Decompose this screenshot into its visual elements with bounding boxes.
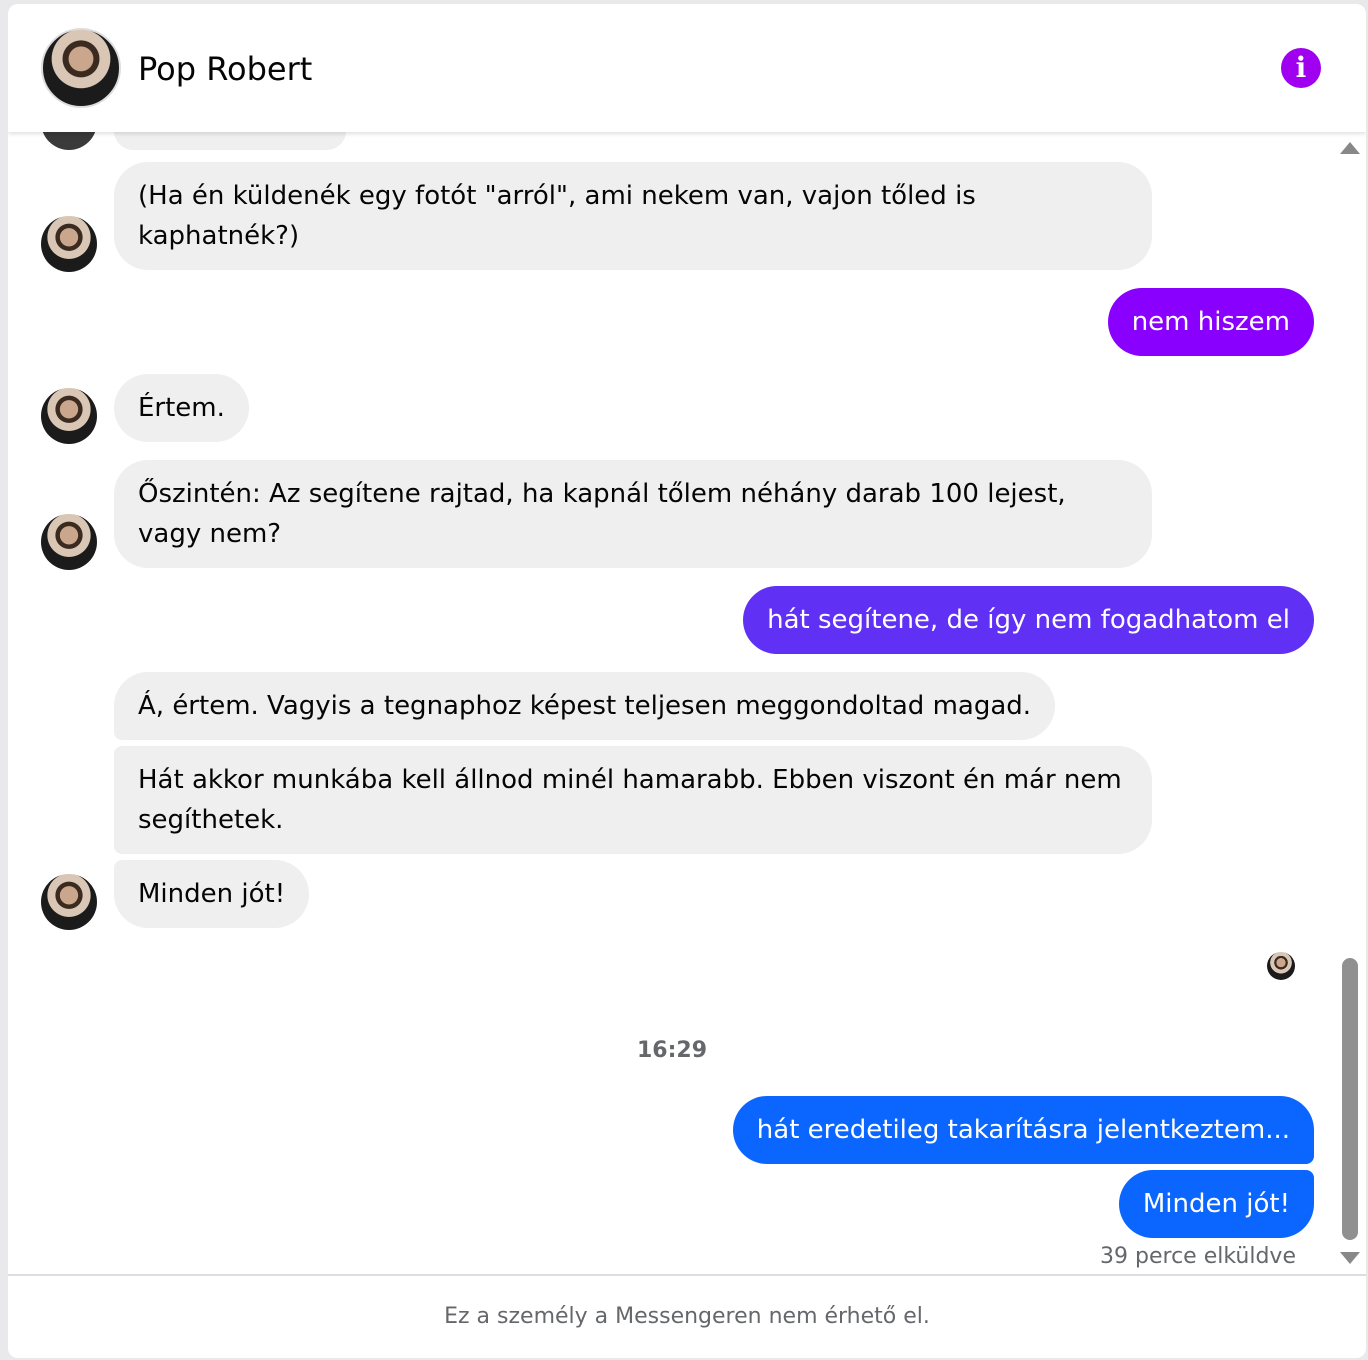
- contact-avatar-small: [41, 388, 97, 444]
- contact-avatar-small: [41, 216, 97, 272]
- message-incoming[interactable]: Á, értem. Vagyis a tegnaphoz képest telj…: [114, 672, 1056, 740]
- contact-avatar-small: [41, 514, 97, 570]
- message-incoming[interactable]: Értem.: [114, 374, 249, 442]
- message-list: (Ha én küldenék egy fotót "arról", ami n…: [8, 132, 1366, 1274]
- chat-window: Pop Robert i (Ha én küldenék egy fotót "…: [8, 4, 1366, 1358]
- message-incoming[interactable]: Minden jót!: [114, 860, 310, 928]
- contact-avatar-small: [41, 874, 97, 930]
- contact-avatar-partial: [41, 132, 97, 150]
- contact-avatar[interactable]: [41, 28, 121, 108]
- message-incoming[interactable]: (Ha én küldenék egy fotót "arról", ami n…: [114, 162, 1152, 270]
- message-bubble-partial: [114, 132, 346, 150]
- message-outgoing[interactable]: nem hiszem: [1107, 288, 1314, 356]
- seen-indicator-avatar: [1267, 952, 1295, 980]
- message-incoming[interactable]: Őszintén: Az segítene rajtad, ha kapnál …: [114, 460, 1152, 568]
- message-outgoing[interactable]: Minden jót!: [1118, 1170, 1314, 1238]
- message-incoming[interactable]: Hát akkor munkába kell állnod minél hama…: [114, 746, 1152, 854]
- contact-name[interactable]: Pop Robert: [138, 50, 312, 88]
- message-timestamp: 16:29: [636, 1038, 708, 1063]
- scrollbar-thumb[interactable]: [1342, 958, 1358, 1240]
- scroll-down-arrow-icon[interactable]: [1340, 1252, 1360, 1264]
- chat-footer: Ez a személy a Messengeren nem érhető el…: [8, 1274, 1366, 1358]
- chat-header: Pop Robert i: [8, 4, 1366, 132]
- unavailable-notice: Ez a személy a Messengeren nem érhető el…: [444, 1304, 930, 1329]
- message-outgoing[interactable]: hát segítene, de így nem fogadhatom el: [743, 586, 1314, 654]
- scroll-up-arrow-icon[interactable]: [1340, 142, 1360, 154]
- scrollbar[interactable]: [1338, 132, 1366, 1274]
- info-icon[interactable]: i: [1281, 48, 1321, 88]
- message-outgoing[interactable]: hát eredetileg takarításra jelentkeztem.…: [732, 1096, 1314, 1164]
- sent-status: 39 perce elküldve: [1100, 1244, 1296, 1269]
